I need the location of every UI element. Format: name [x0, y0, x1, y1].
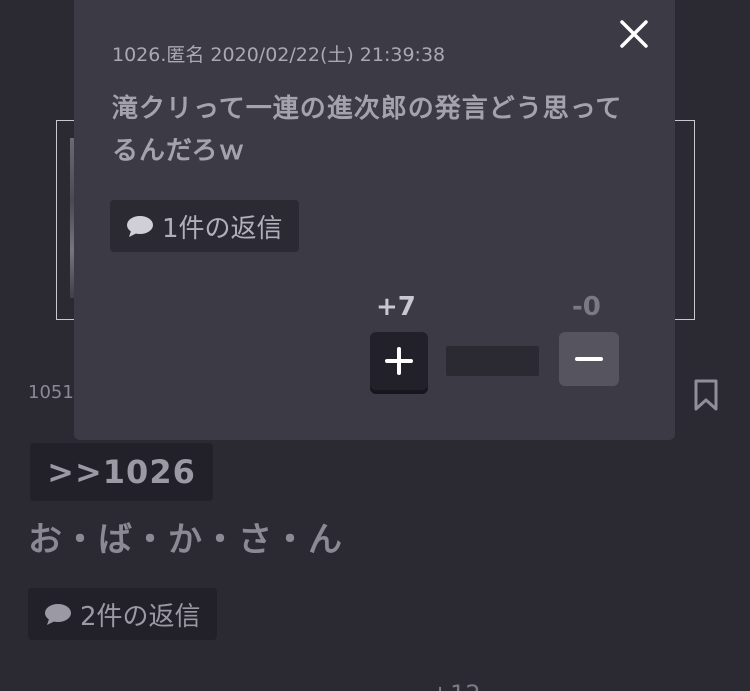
close-icon[interactable] [616, 16, 652, 52]
vote-ratio-bar [446, 346, 539, 376]
speech-bubble-icon [45, 604, 71, 625]
bookmark-icon[interactable] [692, 378, 720, 412]
replies-button[interactable]: 2件の返信 [28, 588, 217, 640]
replies-button[interactable]: 1件の返信 [110, 200, 299, 252]
downvote-button[interactable] [559, 332, 619, 386]
plus-vote-count: +7 [376, 292, 416, 322]
plus-icon [385, 347, 413, 375]
speech-bubble-icon [127, 216, 153, 237]
minus-icon [575, 357, 603, 361]
post-body: 滝クリって一連の進次郎の発言どう思ってるんだろｗ [112, 94, 623, 166]
vote-count-partial: +12 [430, 680, 481, 691]
post-meta: 1026.匿名 2020/02/22(土) 21:39:38 [112, 44, 446, 66]
post-body: お・ば・か・さ・ん [28, 520, 343, 560]
reply-anchor-link[interactable]: >>1026 [30, 443, 213, 501]
replies-label: 1件の返信 [162, 213, 283, 244]
post-meta: 1051 [28, 382, 74, 403]
upvote-button[interactable] [370, 332, 428, 390]
replies-label: 2件の返信 [80, 601, 201, 632]
quoted-post-popup: 1026.匿名 2020/02/22(土) 21:39:38 滝クリって一連の進… [74, 0, 675, 440]
minus-vote-count: -0 [572, 292, 601, 322]
